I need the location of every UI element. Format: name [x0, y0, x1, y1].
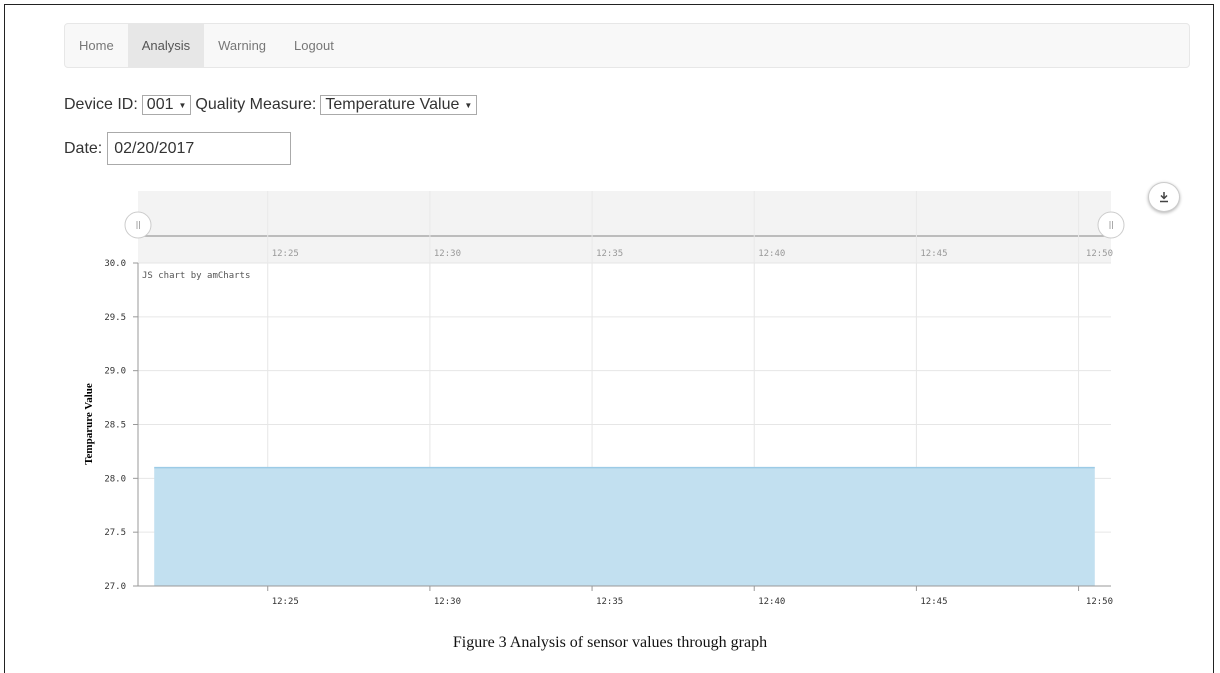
- y-tick-label: 28.0: [104, 474, 126, 484]
- area-fill: [154, 467, 1095, 586]
- scrollbar-x-tick-label: 12:50: [1086, 249, 1113, 259]
- y-axis-title: Temparure Value: [83, 383, 95, 465]
- series-area: [154, 466, 1095, 586]
- scrollbar-x-tick-label: 12:30: [434, 249, 461, 259]
- scrollbar-x-tick-label: 12:45: [920, 249, 947, 259]
- export-button[interactable]: [1148, 182, 1180, 212]
- scrollbar-x-tick-label: 12:40: [758, 249, 785, 259]
- y-tick-label: 27.0: [104, 582, 126, 592]
- download-icon: [1160, 192, 1168, 203]
- y-tick-label: 30.0: [104, 259, 126, 269]
- scrollbar-right-grip[interactable]: [1097, 211, 1125, 239]
- x-tick-label: 12:30: [434, 597, 461, 607]
- x-tick-label: 12:35: [596, 597, 623, 607]
- x-tick-label: 12:45: [920, 597, 947, 607]
- y-tick-label: 28.5: [104, 421, 126, 431]
- scrollbar-left-grip[interactable]: [124, 211, 152, 239]
- chart-credit: JS chart by amCharts: [142, 271, 250, 281]
- scrollbar-x-tick-label: 12:25: [272, 249, 299, 259]
- x-axis-ticks: 12:25 12:30 12:35 12:40 12:45 12:50: [267, 586, 1113, 607]
- y-tick-label: 29.0: [104, 367, 126, 377]
- x-tick-label: 12:50: [1086, 597, 1113, 607]
- scrollbar-x-tick-label: 12:35: [596, 249, 623, 259]
- figure-caption: Figure 3 Analysis of sensor values throu…: [452, 634, 768, 651]
- x-tick-label: 12:40: [758, 597, 785, 607]
- y-axis-ticks: 30.0 29.5 29.0 28.5 28.0 27.5 27.0: [104, 259, 138, 592]
- y-tick-label: 29.5: [104, 313, 126, 323]
- x-tick-label: 12:25: [272, 597, 299, 607]
- y-tick-label: 27.5: [104, 528, 126, 538]
- temperature-chart: 30.029.529.028.528.027.527.0 12:25 12:30 1…: [83, 191, 1125, 607]
